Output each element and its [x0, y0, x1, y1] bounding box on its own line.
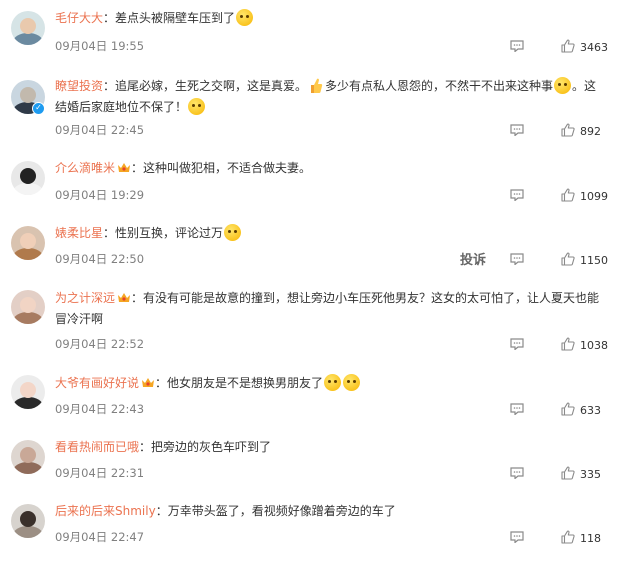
username-link[interactable]: 瞭望投资 — [55, 79, 103, 93]
laughing-tears-emoji — [554, 77, 572, 94]
avatar-face — [20, 87, 36, 103]
user-avatar[interactable] — [11, 290, 45, 324]
crying-face-emoji — [188, 98, 206, 115]
reply-icon[interactable] — [510, 253, 524, 265]
like-thumb-icon[interactable] — [561, 252, 575, 266]
username-link[interactable]: 大爷有画好好说 — [55, 376, 139, 390]
like-count: 118 — [580, 532, 601, 545]
laughing-tears-emoji — [324, 374, 342, 391]
comment-date: 09月04日 22:47 — [55, 530, 145, 544]
comment-body: ：追尾必嫁，生死之交啊，这是真爱。 — [103, 79, 308, 93]
user-avatar[interactable] — [11, 226, 45, 260]
avatar-face — [20, 233, 36, 249]
reply-icon[interactable] — [510, 531, 524, 543]
avatar-face — [20, 447, 36, 463]
comment-date: 09月04日 22:50 — [55, 252, 145, 266]
user-avatar[interactable] — [11, 440, 45, 474]
avatar-body — [13, 33, 43, 45]
username-link[interactable]: 婊柔比星 — [55, 226, 103, 240]
comment-body: ：他女朋友是不是想换男朋友了 — [155, 376, 324, 390]
verified-badge-icon: ✓ — [32, 102, 45, 115]
comment-text: 为之计深远 ：有没有可能是故意的撞到，想让旁边小车压死他男友？这女的太可怕了，让人… — [55, 288, 603, 330]
comment-date: 09月04日 22:45 — [55, 123, 145, 137]
like-thumb-icon[interactable] — [561, 123, 575, 137]
comment-date: 09月04日 22:52 — [55, 337, 145, 351]
comment-list: 毛仔大大：差点头被隔壁车压到了 09月04日 19:55 3463 ✓ 瞭望投资：追尾必… — [0, 0, 619, 561]
comment-date: 09月04日 22:43 — [55, 402, 145, 416]
reply-icon[interactable] — [510, 40, 524, 52]
avatar-body — [13, 397, 43, 409]
avatar-face — [20, 18, 36, 34]
username-link[interactable]: 介么滴唯米 — [55, 161, 115, 175]
avatar-body — [13, 183, 43, 195]
comment-date: 09月04日 22:31 — [55, 466, 145, 480]
like-thumb-icon[interactable] — [561, 337, 575, 351]
comment-body: ：性别互换，评论过万 — [103, 226, 224, 240]
vip-crown-icon — [118, 163, 131, 172]
avatar-face — [20, 168, 36, 184]
like-count: 1150 — [580, 254, 608, 267]
thumbs-up-emoji — [311, 78, 323, 93]
reply-icon[interactable] — [510, 403, 524, 415]
avatar-face — [20, 297, 36, 313]
comment-text: 介么滴唯米 ：这种叫做犯相，不适合做夫妻。 — [55, 158, 603, 179]
user-avatar[interactable] — [11, 161, 45, 195]
avatar-body — [13, 526, 43, 538]
reply-icon[interactable] — [510, 189, 524, 201]
reply-icon[interactable] — [510, 338, 524, 350]
avatar-face — [20, 511, 36, 527]
username-link[interactable]: 毛仔大大 — [55, 11, 103, 25]
laughing-face-emoji — [224, 224, 242, 241]
avatar-body — [13, 462, 43, 474]
like-count: 892 — [580, 125, 601, 138]
user-avatar[interactable] — [11, 375, 45, 409]
like-thumb-icon[interactable] — [561, 466, 575, 480]
avatar-face — [20, 382, 36, 398]
like-count: 335 — [580, 468, 601, 481]
scared-face-emoji — [236, 9, 254, 26]
user-avatar[interactable] — [11, 504, 45, 538]
comment-text: 毛仔大大：差点头被隔壁车压到了 — [55, 8, 603, 29]
like-count: 1099 — [580, 190, 608, 203]
comment-body: 多少有点私人恩怨的，不然干不出来这种事 — [325, 79, 554, 93]
comment-text: 婊柔比星：性别互换，评论过万 — [55, 223, 603, 244]
like-count: 3463 — [580, 41, 608, 54]
like-thumb-icon[interactable] — [561, 530, 575, 544]
like-thumb-icon[interactable] — [561, 39, 575, 53]
username-link[interactable]: 看看热闹而已哦 — [55, 440, 139, 454]
username-link[interactable]: 后来的后来Shmily — [55, 504, 156, 518]
laughing-tears-emoji — [343, 374, 361, 391]
avatar-body — [13, 248, 43, 260]
comment-body: ：把旁边的灰色车吓到了 — [139, 440, 272, 454]
comment-text: 看看热闹而已哦：把旁边的灰色车吓到了 — [55, 437, 603, 458]
username-link[interactable]: 为之计深远 — [55, 291, 115, 305]
comment-text: 瞭望投资：追尾必嫁，生死之交啊，这是真爱。 多少有点私人恩怨的，不然干不出来这种事… — [55, 76, 603, 118]
vip-crown-icon — [118, 293, 131, 302]
comment-body: ：万幸带头盔了，看视频好像蹭着旁边的车了 — [155, 504, 396, 518]
like-count: 633 — [580, 404, 601, 417]
avatar-body — [13, 312, 43, 324]
comment-date: 09月04日 19:55 — [55, 39, 145, 53]
comment-body: ：差点头被隔壁车压到了 — [103, 11, 236, 25]
reply-icon[interactable] — [510, 467, 524, 479]
like-thumb-icon[interactable] — [561, 402, 575, 416]
like-thumb-icon[interactable] — [561, 188, 575, 202]
report-button[interactable]: 投诉 — [460, 249, 486, 268]
comment-body: ：有没有可能是故意的撞到，想让旁边小车压死他男友？这女的太可怕了，让人夏天也能冒… — [55, 291, 600, 326]
comment-date: 09月04日 19:29 — [55, 188, 145, 202]
comment-text: 后来的后来Shmily：万幸带头盔了，看视频好像蹭着旁边的车了 — [55, 501, 603, 522]
reply-icon[interactable] — [510, 124, 524, 136]
like-count: 1038 — [580, 339, 608, 352]
user-avatar[interactable] — [11, 11, 45, 45]
comment-body: ：这种叫做犯相，不适合做夫妻。 — [131, 161, 312, 175]
comment-text: 大爷有画好好说 ：他女朋友是不是想换男朋友了 — [55, 373, 603, 394]
vip-crown-icon — [142, 378, 155, 387]
